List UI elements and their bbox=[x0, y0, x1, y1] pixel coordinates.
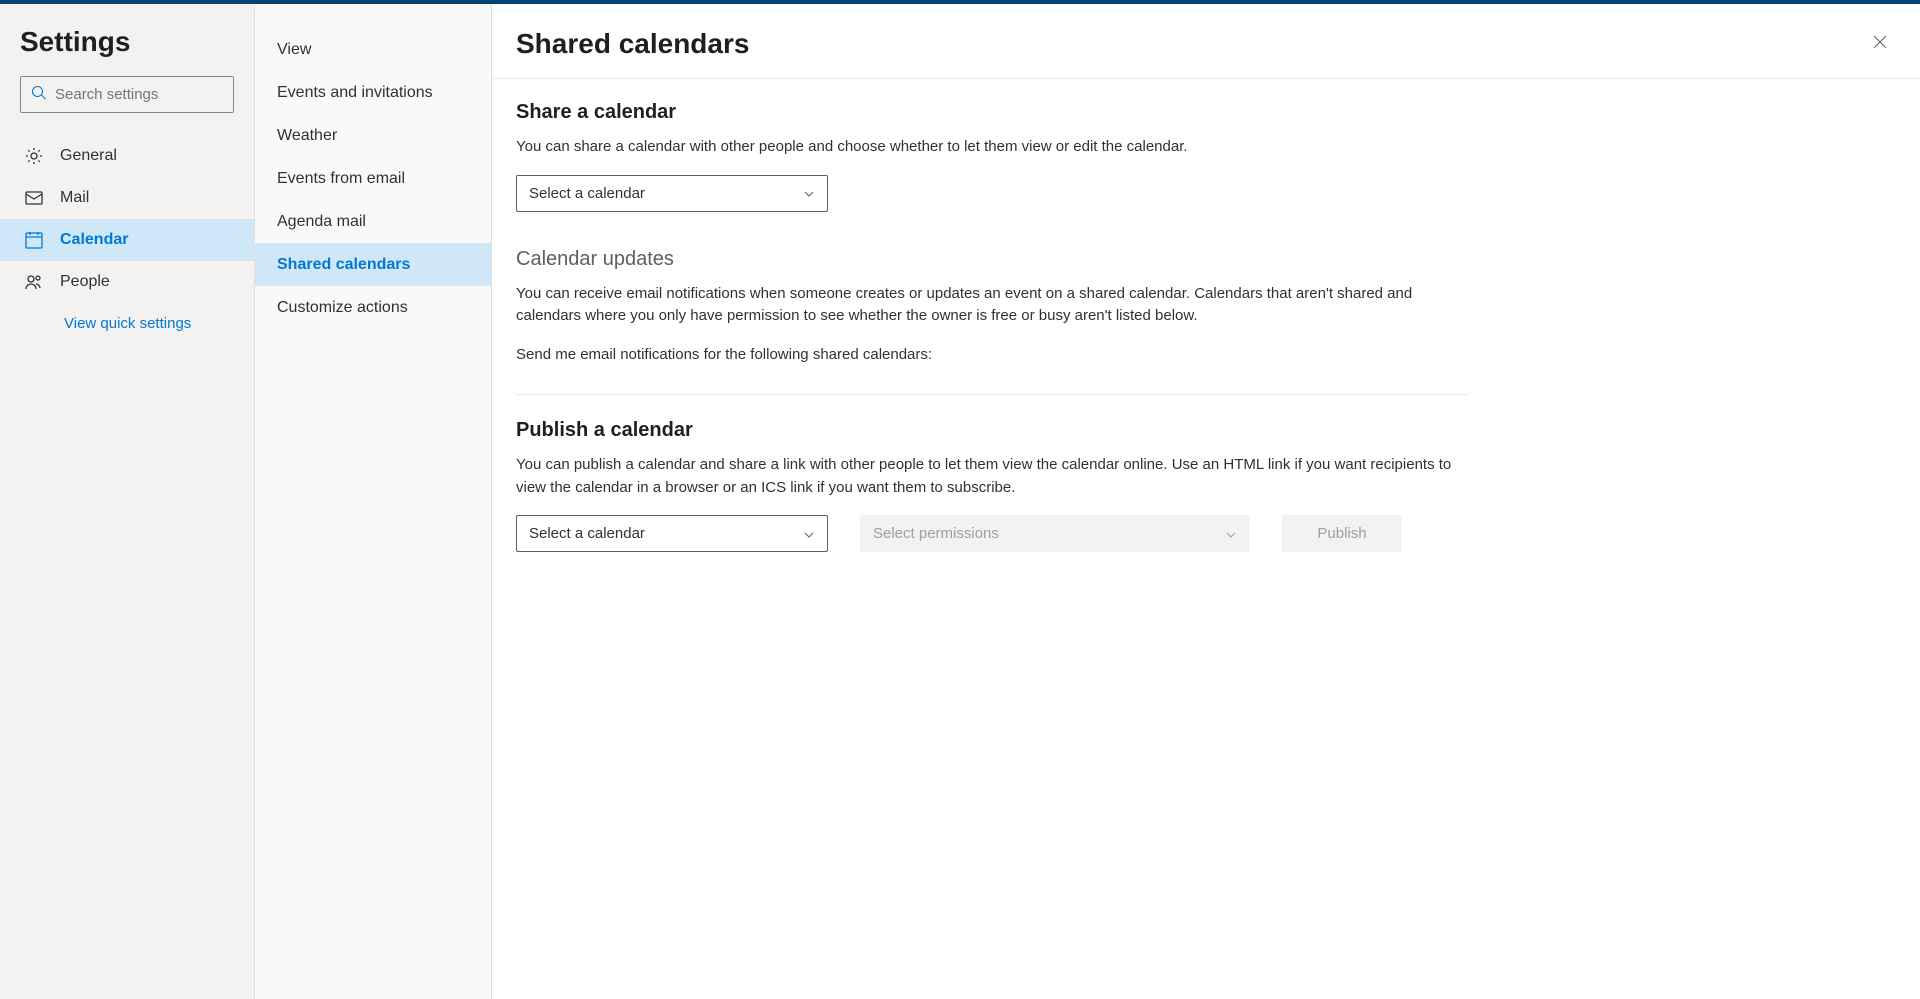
settings-title: Settings bbox=[0, 26, 254, 76]
search-icon bbox=[31, 85, 55, 105]
nav-label: General bbox=[60, 147, 117, 165]
publish-button: Publish bbox=[1282, 515, 1402, 552]
publish-select-calendar-dropdown[interactable]: Select a calendar bbox=[516, 515, 828, 552]
settings-nav: General Mail Calendar People bbox=[0, 135, 254, 303]
content-body: Share a calendar You can share a calenda… bbox=[492, 79, 1492, 610]
subnav-shared-calendars[interactable]: Shared calendars bbox=[255, 243, 491, 286]
gear-icon bbox=[24, 146, 44, 166]
nav-label: Mail bbox=[60, 189, 89, 207]
calendar-icon bbox=[24, 230, 44, 250]
nav-label: People bbox=[60, 273, 110, 291]
dropdown-label: Select a calendar bbox=[529, 185, 645, 202]
search-settings-box[interactable] bbox=[20, 76, 234, 113]
nav-calendar[interactable]: Calendar bbox=[0, 219, 254, 261]
share-select-calendar-dropdown[interactable]: Select a calendar bbox=[516, 175, 828, 212]
subnav-view[interactable]: View bbox=[255, 28, 491, 71]
search-wrap bbox=[0, 76, 254, 129]
content-header: Shared calendars bbox=[492, 4, 1920, 79]
nav-general[interactable]: General bbox=[0, 135, 254, 177]
share-calendar-section: Share a calendar You can share a calenda… bbox=[516, 101, 1468, 212]
close-icon bbox=[1873, 35, 1887, 53]
updates-heading: Calendar updates bbox=[516, 248, 1468, 271]
dropdown-label: Select a calendar bbox=[529, 525, 645, 542]
settings-left-pane: Settings General Mail bbox=[0, 4, 255, 999]
dropdown-label: Select permissions bbox=[873, 525, 999, 542]
subnav-label: View bbox=[277, 41, 311, 59]
subnav-label: Events from email bbox=[277, 170, 405, 188]
updates-prompt: Send me email notifications for the foll… bbox=[516, 344, 1468, 367]
publish-controls-row: Select a calendar Select permissions Pub… bbox=[516, 515, 1468, 552]
settings-subnav-pane: View Events and invitations Weather Even… bbox=[255, 4, 492, 999]
nav-label: Calendar bbox=[60, 231, 128, 249]
publish-calendar-section: Publish a calendar You can publish a cal… bbox=[516, 419, 1468, 552]
updates-description: You can receive email notifications when… bbox=[516, 283, 1468, 328]
subnav-customize-actions[interactable]: Customize actions bbox=[255, 286, 491, 329]
mail-icon bbox=[24, 188, 44, 208]
subnav-weather[interactable]: Weather bbox=[255, 114, 491, 157]
publish-description: You can publish a calendar and share a l… bbox=[516, 454, 1468, 499]
subnav-label: Customize actions bbox=[277, 299, 408, 317]
settings-app: Settings General Mail bbox=[0, 4, 1920, 999]
chevron-down-icon bbox=[803, 528, 815, 540]
subnav-events-from-email[interactable]: Events from email bbox=[255, 157, 491, 200]
subnav-label: Events and invitations bbox=[277, 84, 433, 102]
publish-heading: Publish a calendar bbox=[516, 419, 1468, 442]
settings-content-pane: Shared calendars Share a calendar You ca… bbox=[492, 4, 1920, 999]
subnav-label: Shared calendars bbox=[277, 256, 410, 274]
share-description: You can share a calendar with other peop… bbox=[516, 136, 1468, 159]
calendar-subnav: View Events and invitations Weather Even… bbox=[255, 28, 491, 329]
close-button[interactable] bbox=[1864, 28, 1896, 60]
subnav-label: Weather bbox=[277, 127, 337, 145]
subnav-agenda-mail[interactable]: Agenda mail bbox=[255, 200, 491, 243]
people-icon bbox=[24, 272, 44, 292]
subnav-events-invitations[interactable]: Events and invitations bbox=[255, 71, 491, 114]
nav-people[interactable]: People bbox=[0, 261, 254, 303]
nav-mail[interactable]: Mail bbox=[0, 177, 254, 219]
search-settings-input[interactable] bbox=[55, 86, 254, 103]
subnav-label: Agenda mail bbox=[277, 213, 366, 231]
view-quick-settings-link[interactable]: View quick settings bbox=[0, 303, 254, 344]
chevron-down-icon bbox=[1225, 528, 1237, 540]
calendar-updates-section: Calendar updates You can receive email n… bbox=[516, 248, 1468, 367]
publish-select-permissions-dropdown: Select permissions bbox=[860, 515, 1250, 552]
page-title: Shared calendars bbox=[516, 28, 749, 60]
section-divider bbox=[516, 394, 1468, 395]
share-heading: Share a calendar bbox=[516, 101, 1468, 124]
chevron-down-icon bbox=[803, 187, 815, 199]
